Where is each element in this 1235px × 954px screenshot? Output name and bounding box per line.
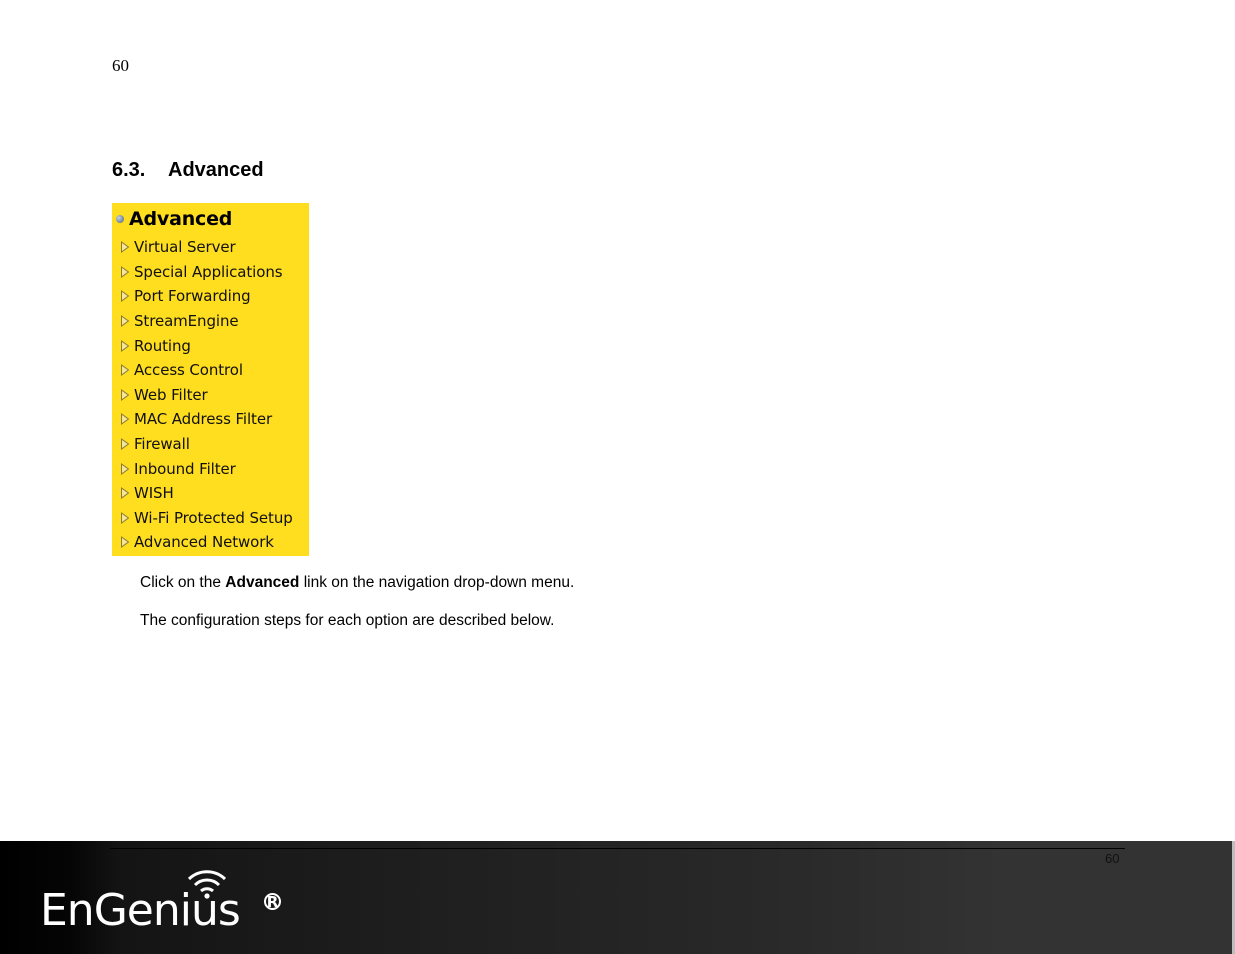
bullet-icon bbox=[116, 215, 124, 223]
triangle-right-icon bbox=[121, 241, 130, 254]
menu-item-label: Routing bbox=[134, 336, 191, 355]
section-title: Advanced bbox=[168, 159, 264, 181]
triangle-right-icon bbox=[121, 511, 130, 524]
menu-item-advanced-network[interactable]: Advanced Network bbox=[120, 530, 293, 555]
menu-item-label: StreamEngine bbox=[134, 312, 239, 331]
logo-text: EnGenius bbox=[40, 885, 241, 936]
menu-header[interactable]: Advanced bbox=[116, 207, 232, 231]
menu-item-web-filter[interactable]: Web Filter bbox=[120, 383, 293, 408]
triangle-right-icon bbox=[121, 339, 130, 352]
page-number-top: 60 bbox=[112, 56, 129, 75]
menu-item-label: Virtual Server bbox=[134, 238, 236, 257]
para1-bold-text: Advanced bbox=[225, 574, 300, 591]
triangle-right-icon bbox=[121, 413, 130, 426]
section-heading: 6.3. Advanced bbox=[112, 159, 264, 182]
menu-title: Advanced bbox=[129, 208, 233, 230]
menu-item-label: Firewall bbox=[134, 435, 190, 454]
menu-item-inbound-filter[interactable]: Inbound Filter bbox=[120, 456, 293, 481]
menu-item-routing[interactable]: Routing bbox=[120, 333, 293, 358]
menu-item-wi-fi-protected-setup[interactable]: Wi-Fi Protected Setup bbox=[120, 506, 293, 531]
menu-item-wish[interactable]: WISH bbox=[120, 481, 293, 506]
menu-item-port-forwarding[interactable]: Port Forwarding bbox=[120, 284, 293, 309]
section-number: 6.3. bbox=[112, 159, 146, 181]
instruction-paragraph: Click on the Advanced link on the naviga… bbox=[140, 574, 574, 592]
menu-item-label: Inbound Filter bbox=[134, 459, 236, 478]
description-paragraph: The configuration steps for each option … bbox=[140, 612, 555, 629]
para1-text: Click on the bbox=[140, 574, 226, 591]
triangle-right-icon bbox=[121, 364, 130, 377]
footer-rule bbox=[110, 848, 1125, 849]
menu-item-label: Port Forwarding bbox=[134, 287, 251, 306]
menu-item-label: Special Applications bbox=[134, 262, 283, 281]
menu-items: Virtual Server Special Applications Port F… bbox=[120, 235, 293, 555]
triangle-right-icon bbox=[121, 315, 130, 328]
menu-item-firewall[interactable]: Firewall bbox=[120, 432, 293, 457]
triangle-right-icon bbox=[121, 536, 130, 549]
menu-item-label: Web Filter bbox=[134, 385, 208, 404]
menu-item-label: Advanced Network bbox=[134, 533, 274, 552]
triangle-right-icon bbox=[121, 265, 130, 278]
menu-item-label: WISH bbox=[134, 484, 174, 503]
triangle-right-icon bbox=[121, 487, 130, 500]
triangle-right-icon bbox=[121, 438, 130, 451]
triangle-right-icon bbox=[121, 462, 130, 475]
para1-text-end: link on the navigation drop-down menu. bbox=[299, 574, 575, 591]
advanced-menu-panel: Advanced Virtual Server Special Applicati… bbox=[112, 203, 309, 556]
menu-item-virtual-server[interactable]: Virtual Server bbox=[120, 235, 293, 260]
footer: 60 EnGenius R bbox=[0, 841, 1235, 954]
triangle-right-icon bbox=[121, 388, 130, 401]
menu-item-label: Access Control bbox=[134, 361, 243, 380]
registered-mark-icon: R bbox=[264, 893, 281, 911]
menu-item-label: Wi-Fi Protected Setup bbox=[134, 508, 293, 527]
triangle-right-icon bbox=[121, 290, 130, 303]
footer-page-number: 60 bbox=[1105, 851, 1120, 866]
menu-item-streamengine[interactable]: StreamEngine bbox=[120, 309, 293, 334]
menu-item-special-applications[interactable]: Special Applications bbox=[120, 260, 293, 285]
menu-item-access-control[interactable]: Access Control bbox=[120, 358, 293, 383]
menu-item-label: MAC Address Filter bbox=[134, 410, 273, 429]
menu-item-mac-address-filter[interactable]: MAC Address Filter bbox=[120, 407, 293, 432]
